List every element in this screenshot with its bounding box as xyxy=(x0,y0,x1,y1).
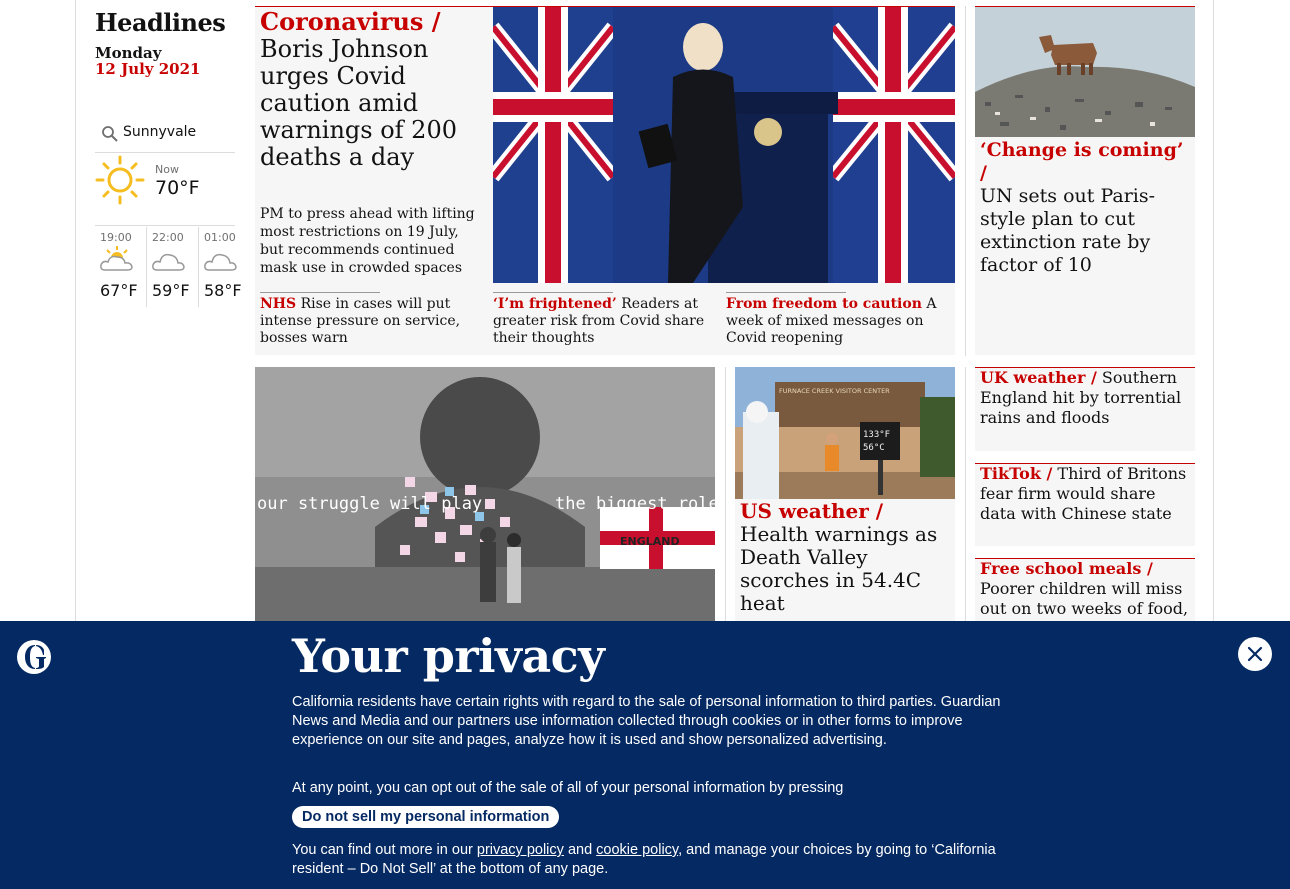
un-headline[interactable]: ‘Change is coming’ / UN sets out Paris-st… xyxy=(980,139,1190,277)
cloudy-night-icon xyxy=(204,253,237,271)
forecast-temp: 67°F xyxy=(100,281,138,300)
column-divider xyxy=(965,367,966,621)
mural-image[interactable]: ENGLAND our struggle will play the bigge… xyxy=(255,367,715,621)
cow-on-landfill-photo xyxy=(975,7,1195,137)
column-divider xyxy=(725,367,726,621)
un-headline-text: UN sets out Paris-style plan to cut exti… xyxy=(980,185,1156,276)
privacy-policy-link[interactable]: privacy policy xyxy=(477,842,564,858)
mural-text-left: our struggle will play xyxy=(257,494,482,514)
rashford-mural-photo: ENGLAND our struggle will play the bigge… xyxy=(255,367,715,621)
story-kicker: Free school meals / xyxy=(980,559,1153,578)
un-story-image[interactable] xyxy=(975,7,1195,137)
forecast-temp: 59°F xyxy=(152,281,190,300)
privacy-text-a: You can find out more in our xyxy=(292,842,473,858)
thermo-c: 56°C xyxy=(863,443,885,453)
tiktok-headline[interactable]: TikTok / Third of Britons fear firm woul… xyxy=(980,464,1190,524)
search-icon[interactable] xyxy=(101,125,119,143)
weather-now: Now 70°F xyxy=(95,155,235,226)
sublink-freedom[interactable]: From freedom to caution A week of mixed … xyxy=(726,296,950,347)
do-not-sell-button[interactable]: Do not sell my personal information xyxy=(292,806,560,828)
privacy-paragraph-1: California residents have certain rights… xyxy=(292,694,1001,748)
sunny-icon xyxy=(95,155,145,205)
us-weather-image[interactable]: FURNACE CREEK VISITOR CENTER 133°F 56°C xyxy=(735,367,955,499)
lead-image[interactable] xyxy=(493,7,955,283)
cookie-policy-link[interactable]: cookie policy xyxy=(596,842,678,858)
divider xyxy=(726,292,846,293)
lead-kicker: Coronavirus / xyxy=(260,7,441,36)
mural-text-right: the biggest role in your xyxy=(555,494,715,514)
privacy-title: Your privacy xyxy=(292,629,605,683)
sign-text: FURNACE CREEK VISITOR CENTER xyxy=(779,387,890,395)
forecast-time: 19:00 xyxy=(100,231,132,244)
un-kicker: ‘Change is coming’ / xyxy=(980,139,1184,184)
lead-headline-text: Boris Johnson urges Covid caution amid w… xyxy=(260,35,457,171)
flag-text: ENGLAND xyxy=(620,535,680,548)
sublink-kicker: ‘I’m frightened’ xyxy=(493,296,617,312)
divider xyxy=(260,292,380,293)
forecast-item: 19:00 67°F xyxy=(95,227,145,307)
us-weather-headline[interactable]: US weather / Health warnings as Death Va… xyxy=(740,500,950,615)
section-title[interactable]: Headlines xyxy=(95,8,226,37)
story-kicker: UK weather / xyxy=(980,368,1097,387)
story-kicker: TikTok / xyxy=(980,464,1053,483)
thermo-f: 133°F xyxy=(863,430,890,440)
uk-weather-headline[interactable]: UK weather / Southern England hit by tor… xyxy=(980,368,1190,428)
location-name[interactable]: Sunnyvale xyxy=(123,124,196,140)
close-icon[interactable] xyxy=(1238,637,1272,671)
sublink-kicker: NHS xyxy=(260,296,297,312)
partly-cloudy-icon xyxy=(100,246,133,271)
guardian-logo-icon xyxy=(17,640,51,674)
privacy-banner: Your privacy California residents have c… xyxy=(0,621,1290,889)
weather-location[interactable]: Sunnyvale xyxy=(95,122,235,153)
divider xyxy=(493,292,613,293)
date: 12 July 2021 xyxy=(95,60,201,78)
us-weather-headline-text: Health warnings as Death Valley scorches… xyxy=(740,522,938,615)
lead-headline[interactable]: Coronavirus / Boris Johnson urges Covid … xyxy=(260,8,485,171)
now-label: Now xyxy=(155,163,179,176)
now-temp: 70°F xyxy=(155,177,200,199)
forecast-temp: 58°F xyxy=(204,281,242,300)
close-button[interactable] xyxy=(1238,637,1272,671)
forecast-item: 22:00 59°F xyxy=(146,227,197,307)
cloudy-night-icon xyxy=(152,253,185,271)
press-conference-photo xyxy=(493,7,955,283)
privacy-text-b: and xyxy=(567,842,593,858)
us-weather-kicker: US weather / xyxy=(740,499,884,523)
forecast-time: 01:00 xyxy=(204,231,236,244)
privacy-paragraph-2: At any point, you can opt out of the sal… xyxy=(292,780,844,796)
sublink-nhs[interactable]: NHS Rise in cases will put intense press… xyxy=(260,296,482,347)
sublink-frightened[interactable]: ‘I’m frightened’ Readers at greater risk… xyxy=(493,296,717,347)
privacy-paragraph-3: You can find out more in our privacy pol… xyxy=(292,841,1002,879)
lead-standfirst: PM to press ahead with lifting most rest… xyxy=(260,206,475,276)
forecast-item: 01:00 58°F xyxy=(198,227,249,307)
sublink-kicker: From freedom to caution xyxy=(726,296,922,312)
forecast-time: 22:00 xyxy=(152,231,184,244)
column-divider xyxy=(965,6,966,356)
death-valley-photo: FURNACE CREEK VISITOR CENTER 133°F 56°C xyxy=(735,367,955,499)
